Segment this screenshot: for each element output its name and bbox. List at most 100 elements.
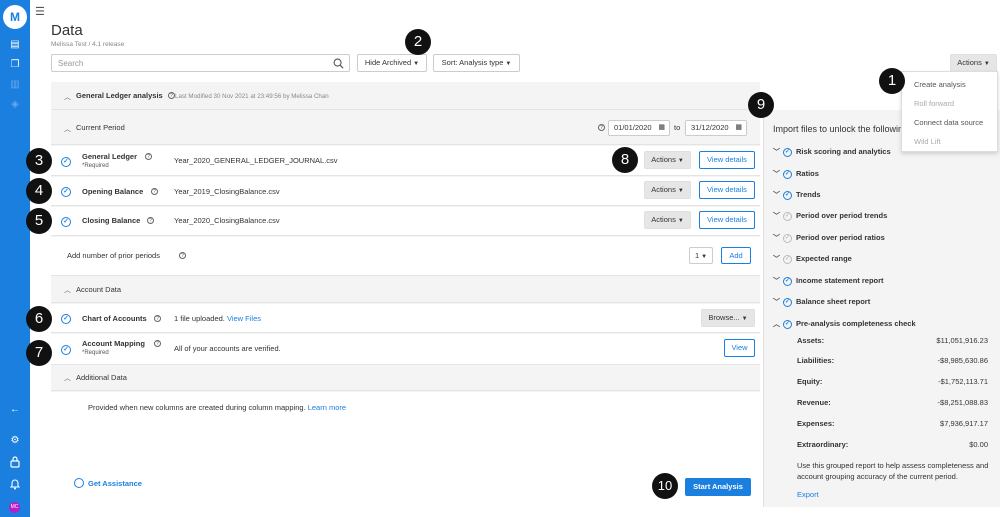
unlock-item[interactable]: ﹀ ✓ Period over period ratios xyxy=(773,233,885,243)
balance-label: Liabilities: xyxy=(797,356,835,365)
view-details-button[interactable]: View details xyxy=(699,211,755,229)
collapse-arrow-icon[interactable]: ← xyxy=(7,403,23,417)
unlock-item[interactable]: ﹀ ✓ Trends xyxy=(773,190,821,200)
date-to-label: to xyxy=(674,123,681,132)
assistance-icon[interactable] xyxy=(74,478,84,488)
help-icon[interactable]: ? xyxy=(145,153,152,160)
unlock-item[interactable]: ﹀ ✓ Balance sheet report xyxy=(773,297,870,307)
learn-more-link[interactable]: Learn more xyxy=(308,403,346,412)
chevron-up-icon[interactable]: ︿ xyxy=(64,285,71,295)
data-icon[interactable]: ▤ xyxy=(7,38,23,52)
chevron-down-icon[interactable]: ﹀ xyxy=(773,233,783,243)
sort-button[interactable]: Sort: Analysis type ▼ xyxy=(433,54,520,72)
documents-icon[interactable]: ❐ xyxy=(7,58,23,72)
row-actions-button[interactable]: Actions ▼ xyxy=(644,211,691,229)
caret-down-icon: ▼ xyxy=(677,158,684,164)
unlock-item[interactable]: ﹀ ✓ Period over period trends xyxy=(773,211,887,221)
unlock-item[interactable]: ︿ ✓ Pre-analysis completeness check xyxy=(773,319,916,329)
file-name: Year_2020_GENERAL_LEDGER_JOURNAL.csv xyxy=(174,156,338,165)
unlock-item[interactable]: ﹀ ✓ Expected range xyxy=(773,254,852,264)
analysis-header[interactable]: ︿ General Ledger analysis ? Last Modifie… xyxy=(51,82,760,110)
menu-item-connect-data-source[interactable]: Connect data source xyxy=(914,118,983,127)
view-details-button[interactable]: View details xyxy=(699,151,755,169)
balance-label: Equity: xyxy=(797,377,823,386)
chevron-down-icon[interactable]: ﹀ xyxy=(773,254,783,264)
caret-down-icon: ▼ xyxy=(677,188,684,194)
unlock-item[interactable]: ﹀ ✓ Income statement report xyxy=(773,276,884,286)
avatar[interactable]: MC xyxy=(9,502,20,513)
help-icon[interactable]: ? xyxy=(168,92,175,99)
check-circle-icon: ✓ xyxy=(783,254,792,264)
date-to-input[interactable]: 31/12/2020 ▦ xyxy=(685,120,747,136)
view-details-button[interactable]: View details xyxy=(699,181,755,199)
current-period-header[interactable]: ︿ Current Period ? 01/01/2020 ▦ to 31/12/… xyxy=(51,111,760,145)
balance-value: -$8,985,630.86 xyxy=(937,356,988,365)
row-actions-button[interactable]: Actions ▼ xyxy=(644,181,691,199)
account-data-header[interactable]: ︿ Account Data xyxy=(51,277,760,303)
date-from-input[interactable]: 01/01/2020 ▦ xyxy=(608,120,670,136)
chevron-up-icon[interactable]: ︿ xyxy=(64,92,71,102)
bell-icon[interactable] xyxy=(7,478,23,492)
menu-item-create-analysis[interactable]: Create analysis xyxy=(914,80,966,89)
table-row: ✓ Chart of Accounts ? 1 file uploaded. V… xyxy=(51,304,760,333)
menu-icon[interactable]: ☰ xyxy=(35,5,45,18)
caret-down-icon: ▼ xyxy=(413,61,420,67)
search-field[interactable] xyxy=(51,54,350,72)
help-icon[interactable]: ? xyxy=(151,188,158,195)
view-mapping-button[interactable]: View xyxy=(724,339,755,357)
prior-periods-select[interactable]: 1 ▼ xyxy=(689,247,713,264)
calendar-icon[interactable]: ▦ xyxy=(735,121,742,135)
chevron-up-icon[interactable]: ︿ xyxy=(64,124,71,134)
row-actions-button[interactable]: Actions ▼ xyxy=(644,151,691,169)
check-circle-icon: ✓ xyxy=(783,190,792,200)
sidebar: M ▤ ❐ ▥ ◈ ← ⚙ MC xyxy=(0,0,30,517)
balance-value: -$8,251,088.83 xyxy=(937,398,988,407)
check-circle-icon: ✓ xyxy=(61,187,71,197)
hide-archived-button[interactable]: Hide Archived ▼ xyxy=(357,54,427,72)
help-icon[interactable]: ? xyxy=(179,252,186,259)
unlock-title: Import files to unlock the following xyxy=(773,124,903,134)
callout-marker: 1 xyxy=(879,68,905,94)
chevron-down-icon[interactable]: ﹀ xyxy=(773,276,783,286)
chevron-down-icon[interactable]: ﹀ xyxy=(773,147,783,157)
check-circle-icon: ✓ xyxy=(61,314,71,324)
app-logo[interactable]: M xyxy=(3,5,27,29)
help-icon[interactable]: ? xyxy=(598,124,605,131)
caret-down-icon: ▼ xyxy=(701,254,708,260)
layers-icon[interactable]: ◈ xyxy=(7,98,23,112)
callout-marker: 8 xyxy=(612,147,638,173)
callout-marker: 4 xyxy=(26,178,52,204)
get-assistance-link[interactable]: Get Assistance xyxy=(88,479,142,488)
chevron-down-icon[interactable]: ﹀ xyxy=(773,190,783,200)
mapping-status: All of your accounts are verified. xyxy=(174,344,281,353)
chevron-down-icon[interactable]: ﹀ xyxy=(773,169,783,179)
search-input[interactable] xyxy=(52,55,322,71)
page-title: Data xyxy=(51,22,83,39)
chevron-up-icon[interactable]: ︿ xyxy=(773,319,783,329)
unlock-item[interactable]: ﹀ ✓ Ratios xyxy=(773,169,819,179)
chevron-down-icon[interactable]: ﹀ xyxy=(773,211,783,221)
check-circle-icon: ✓ xyxy=(61,157,71,167)
check-circle-icon: ✓ xyxy=(783,276,792,286)
row-label: Chart of Accounts xyxy=(82,314,147,323)
help-icon[interactable]: ? xyxy=(154,340,161,347)
calendar-icon[interactable]: ▦ xyxy=(658,121,665,135)
additional-data-label: Additional Data xyxy=(76,373,127,382)
caret-down-icon: ▼ xyxy=(677,218,684,224)
export-link[interactable]: Export xyxy=(797,490,819,499)
lock-icon[interactable] xyxy=(7,456,23,470)
chart-icon[interactable]: ▥ xyxy=(7,78,23,92)
help-icon[interactable]: ? xyxy=(154,315,161,322)
actions-button[interactable]: Actions ▼ xyxy=(950,54,997,72)
browse-button[interactable]: Browse... ▼ xyxy=(701,309,755,327)
chevron-down-icon[interactable]: ﹀ xyxy=(773,297,783,307)
search-icon[interactable] xyxy=(333,58,344,69)
additional-data-header[interactable]: ︿ Additional Data xyxy=(51,366,760,391)
unlock-item[interactable]: ﹀ ✓ Risk scoring and analytics xyxy=(773,147,891,157)
help-icon[interactable]: ? xyxy=(147,217,154,224)
chevron-up-icon[interactable]: ︿ xyxy=(64,373,71,383)
view-files-link[interactable]: View Files xyxy=(227,314,261,323)
settings-icon[interactable]: ⚙ xyxy=(7,434,23,448)
start-analysis-button[interactable]: Start Analysis xyxy=(685,478,751,496)
add-button[interactable]: Add xyxy=(721,247,751,264)
